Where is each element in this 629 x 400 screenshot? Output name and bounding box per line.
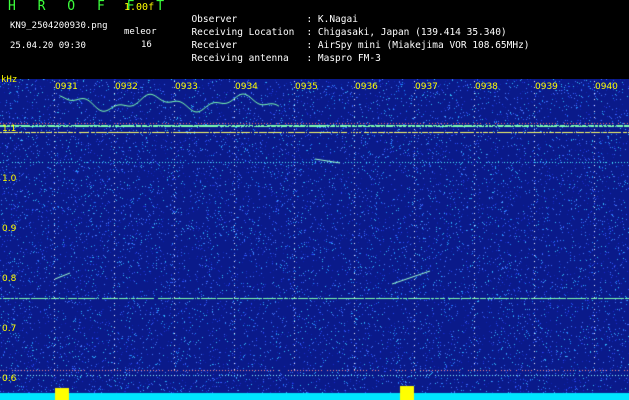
y-tick-label: 0.7: [2, 324, 17, 334]
y-tick-label: 0.9: [2, 224, 17, 234]
x-tick-label: 0933: [175, 82, 198, 92]
x-tick-label: 0935: [295, 82, 318, 92]
x-tick-label: 0936: [355, 82, 378, 92]
x-tick-label: 0939: [535, 82, 558, 92]
y-tick-label: 0.6: [2, 374, 17, 384]
x-tick-label: 0934: [235, 82, 258, 92]
y-tick-label: 1.0: [2, 174, 17, 184]
info-key: Receiving antenna: [191, 53, 289, 64]
info-value: : Maspro FM-3: [306, 53, 381, 64]
y-axis-unit: kHz: [1, 75, 18, 85]
version-label: 1.00f: [124, 2, 155, 13]
x-tick-label: 0940: [595, 82, 618, 92]
x-tick-label: 0938: [475, 82, 498, 92]
spectrogram-canvas[interactable]: [0, 79, 629, 400]
y-tick-label: 0.8: [2, 274, 17, 284]
filename-label: KN9_2504200930.png: [10, 21, 108, 31]
datetime-label: 25.04.20 09:30: [10, 41, 86, 51]
y-tick-label: 1.1: [2, 124, 17, 134]
info-antenna: Receiving antenna : Maspro FM-3: [180, 42, 381, 64]
mode-value: 16: [141, 40, 152, 50]
x-tick-label: 0937: [415, 82, 438, 92]
x-tick-label: 0932: [115, 82, 138, 92]
mode-label: meleor: [124, 27, 157, 37]
x-tick-label: 0931: [55, 82, 78, 92]
